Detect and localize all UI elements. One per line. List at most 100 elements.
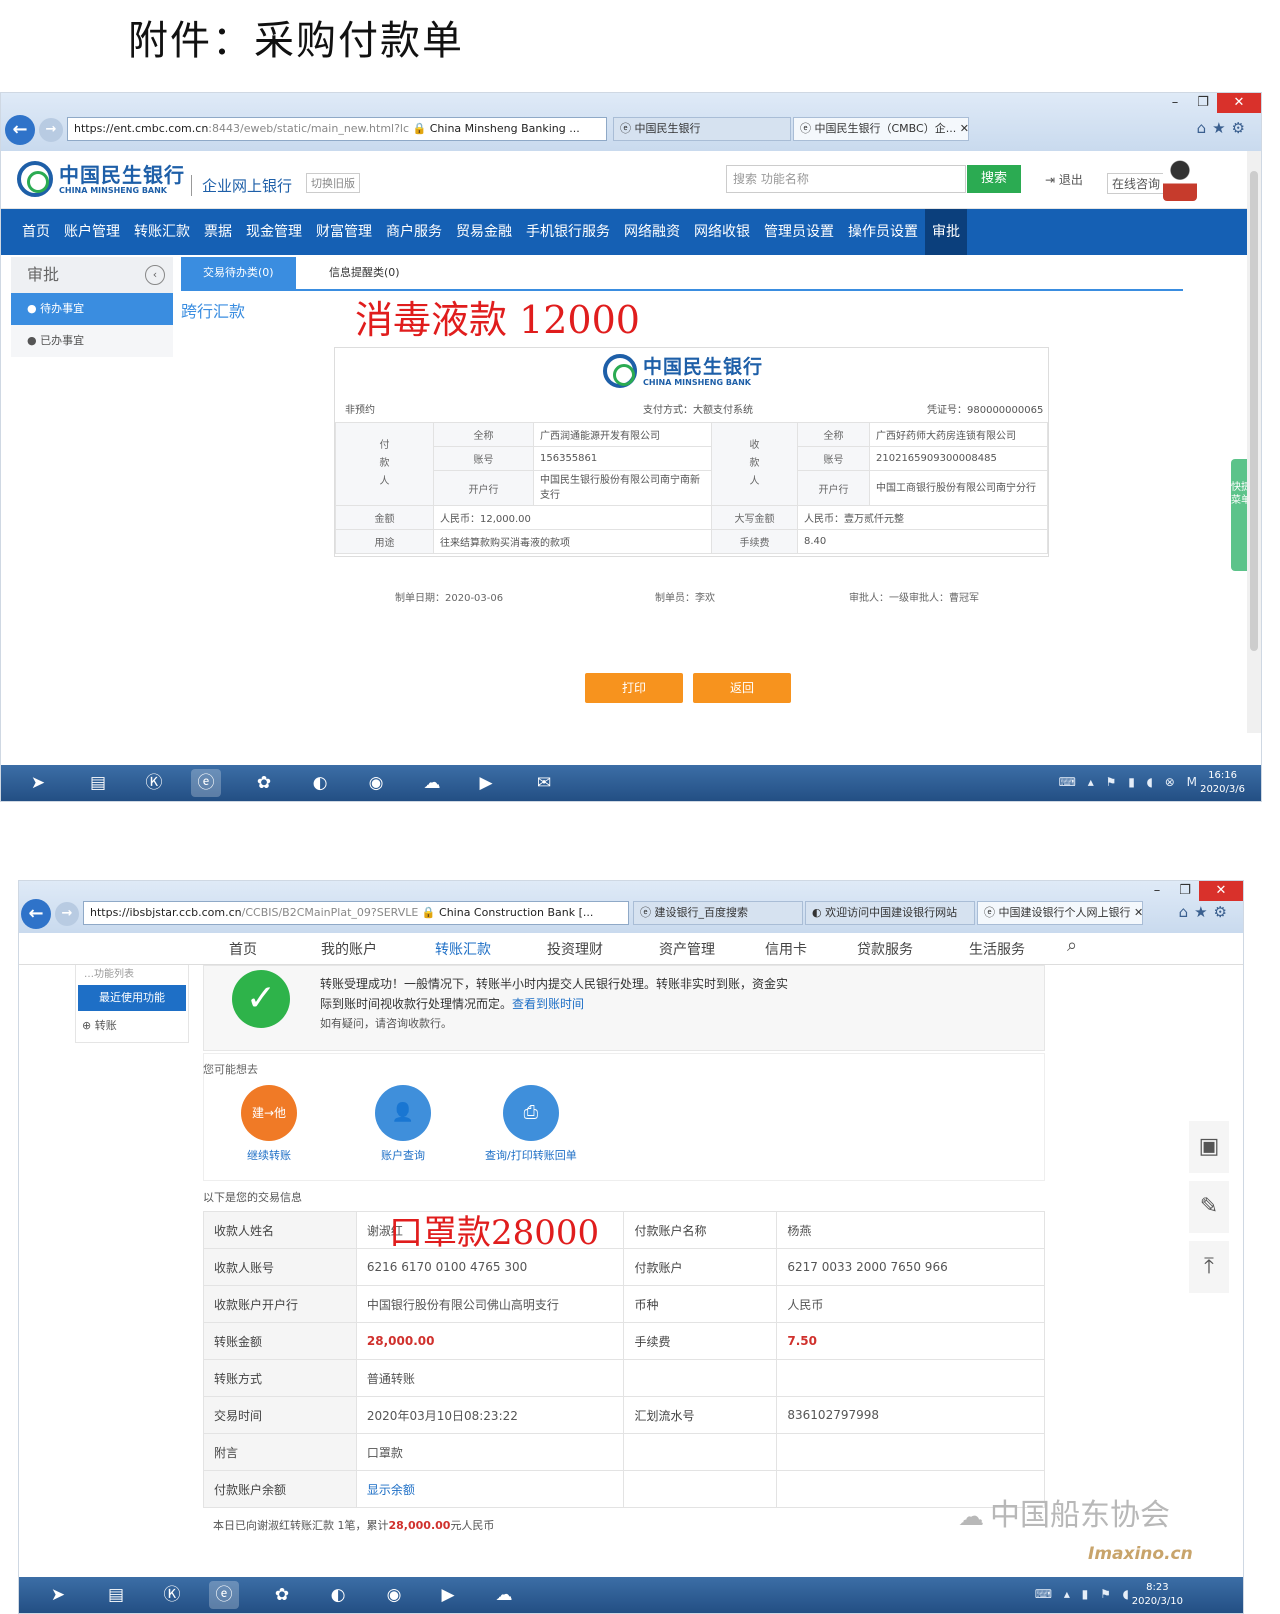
back-arrow-icon[interactable]: ← [5,115,35,145]
nav-item[interactable]: 操作员设置 [841,209,925,255]
amount-value: 人民币：12,000.00 [433,505,712,530]
service-avatar[interactable] [1163,157,1197,201]
wechat-icon[interactable]: ☁ [417,769,447,797]
table-row: 付款账户余额 显示余额 [203,1470,1045,1508]
nav-item[interactable]: 首页 [15,209,57,255]
ie-taskbar-icon[interactable]: ⓔ [209,1581,239,1609]
scrollbar-thumb[interactable] [1250,171,1258,651]
nav-item[interactable]: 管理员设置 [757,209,841,255]
print-receipt-action[interactable]: ⎙ 查询/打印转账回单 [485,1085,577,1163]
nav-item[interactable]: 我的账户 [321,939,377,959]
continue-transfer-action[interactable]: 建→他 继续转账 [241,1085,297,1163]
sidebar-item-done[interactable]: ● 已办事宜 [11,325,173,357]
media-player-icon[interactable]: ▶ [471,769,501,797]
collapse-icon[interactable]: ‹ [145,265,165,285]
nav-item[interactable]: 资产管理 [659,939,715,959]
k-app-icon[interactable]: Ⓚ [139,769,169,797]
clock-time: 16:16 [1208,770,1237,781]
contact-card-icon[interactable]: ▣ [1189,1121,1229,1173]
table-cell[interactable]: 显示余额 [355,1470,625,1508]
nav-item[interactable]: 商户服务 [379,209,449,255]
back-arrow-icon[interactable]: ← [21,899,51,929]
media-player-icon[interactable]: ▶ [433,1581,463,1609]
nav-item[interactable]: 审批 [925,209,967,255]
minimize-icon[interactable]: – [1161,93,1189,113]
nav-item[interactable]: 网络融资 [617,209,687,255]
browser-tab-active[interactable]: ⓔ 中国建设银行个人网上银行 ✕ [977,901,1143,925]
browser-toolbar-icons[interactable]: ⌂★⚙ [1197,119,1251,137]
nav-item[interactable]: 信用卡 [765,939,807,959]
mail-icon[interactable]: ✉ [529,769,559,797]
firefox-icon[interactable]: ◉ [379,1581,409,1609]
k-app-icon[interactable]: Ⓚ [157,1581,187,1609]
tab-transaction-todo[interactable]: 交易待办类(0) [181,257,296,289]
start-icon[interactable]: ➤ [43,1581,73,1609]
tab-label: 建设银行_百度搜索 [654,906,749,919]
browser-tab[interactable]: ⓔ 中国民生银行 [613,117,791,141]
print-button[interactable]: 打印 [585,673,683,703]
browser-app-icon[interactable]: ◐ [305,769,335,797]
nav-item[interactable]: 账户管理 [57,209,127,255]
close-icon[interactable]: ✕ [1217,93,1261,113]
taskbar-clock[interactable]: 16:16 2020/3/6 [1200,769,1245,797]
online-consult-button[interactable]: 在线咨询 [1107,173,1166,194]
nav-item[interactable]: 票据 [197,209,239,255]
file-explorer-icon[interactable]: ▤ [83,769,113,797]
browser-tab-active[interactable]: ⓔ 中国民生银行（CMBC）企... ✕ [793,117,969,141]
file-explorer-icon[interactable]: ▤ [101,1581,131,1609]
back-to-top-icon[interactable]: ⤒ [1189,1241,1229,1293]
address-bar[interactable]: https://ent.cmbc.com.cn:8443/eweb/static… [67,117,607,141]
nav-item[interactable]: 转账汇款 [435,939,491,959]
edit-icon[interactable]: ✎ [1189,1181,1229,1233]
function-search-input[interactable]: 搜索 功能名称 [726,165,966,193]
ie-taskbar-icon[interactable]: ⓔ [191,769,221,797]
url-path: :8443/eweb/static/main_new.html?lc [208,122,410,135]
browser-tab[interactable]: ◐ 欢迎访问中国建设银行网站 [805,901,975,925]
nav-item[interactable]: 转账汇款 [127,209,197,255]
app-icon[interactable]: ✿ [249,769,279,797]
browser-app-icon[interactable]: ◐ [323,1581,353,1609]
system-tray-icons[interactable]: ⌨ ▴ ▮ ⚑ ◖ [1035,1587,1133,1601]
search-button[interactable]: 搜索 [967,165,1021,193]
nav-item[interactable]: 网络收银 [687,209,757,255]
recent-functions-button[interactable]: 最近使用功能 [78,985,186,1011]
search-icon[interactable]: ⌕ [1067,935,1077,956]
logo-cn: 中国民生银行 [643,355,764,378]
vertical-scrollbar[interactable] [1247,151,1261,733]
taskbar-clock[interactable]: 8:23 2020/3/10 [1132,1581,1183,1609]
nav-item[interactable]: 生活服务 [969,939,1025,959]
account-query-action[interactable]: 👤 账户查询 [375,1085,431,1163]
ccb-icon: ◐ [812,906,826,919]
forward-arrow-icon[interactable]: → [39,118,63,142]
table-cell: 7.50 [776,1322,1045,1360]
app-icon[interactable]: ✿ [267,1581,297,1609]
firefox-icon[interactable]: ◉ [361,769,391,797]
nav-item[interactable]: 贷款服务 [857,939,913,959]
browser-toolbar-icons[interactable]: ⌂★⚙ [1179,903,1233,921]
browser-tab[interactable]: ⓔ 建设银行_百度搜索 [633,901,803,925]
nav-item[interactable]: 手机银行服务 [519,209,617,255]
restore-icon[interactable]: ❐ [1189,93,1217,113]
back-button[interactable]: 返回 [693,673,791,703]
wechat-icon[interactable]: ☁ [489,1581,519,1609]
nav-item[interactable]: 财富管理 [309,209,379,255]
nav-item[interactable]: 投资理财 [547,939,603,959]
table-cell: 交易时间 [203,1396,357,1434]
ie-icon: ⓔ [800,122,815,135]
start-icon[interactable]: ➤ [23,769,53,797]
restore-icon[interactable]: ❐ [1171,881,1199,901]
address-bar[interactable]: https://ibsbjstar.ccb.com.cn/CCBIS/B2CMa… [83,901,629,925]
nav-item[interactable]: 首页 [229,939,257,959]
close-icon[interactable]: ✕ [1199,881,1243,901]
arrival-time-link[interactable]: 查看到账时间 [512,997,584,1011]
tab-info-reminder[interactable]: 信息提醒类(0) [307,257,422,289]
nav-item[interactable]: 贸易金融 [449,209,519,255]
minimize-icon[interactable]: – [1143,881,1171,901]
system-tray-icons[interactable]: ⌨ ▴ ⚑ ▮ ◖ ⊗ M [1059,775,1201,789]
switch-old-button[interactable]: 切换旧版 [306,173,360,193]
nav-item[interactable]: 现金管理 [239,209,309,255]
logout-button[interactable]: ⇥ 退出 [1045,171,1083,188]
forward-arrow-icon[interactable]: → [55,902,79,926]
sidebar-item-pending[interactable]: ● 待办事宜 [11,293,173,325]
sidebar-item-transfer[interactable]: ⊕ 转账 [76,1017,188,1033]
